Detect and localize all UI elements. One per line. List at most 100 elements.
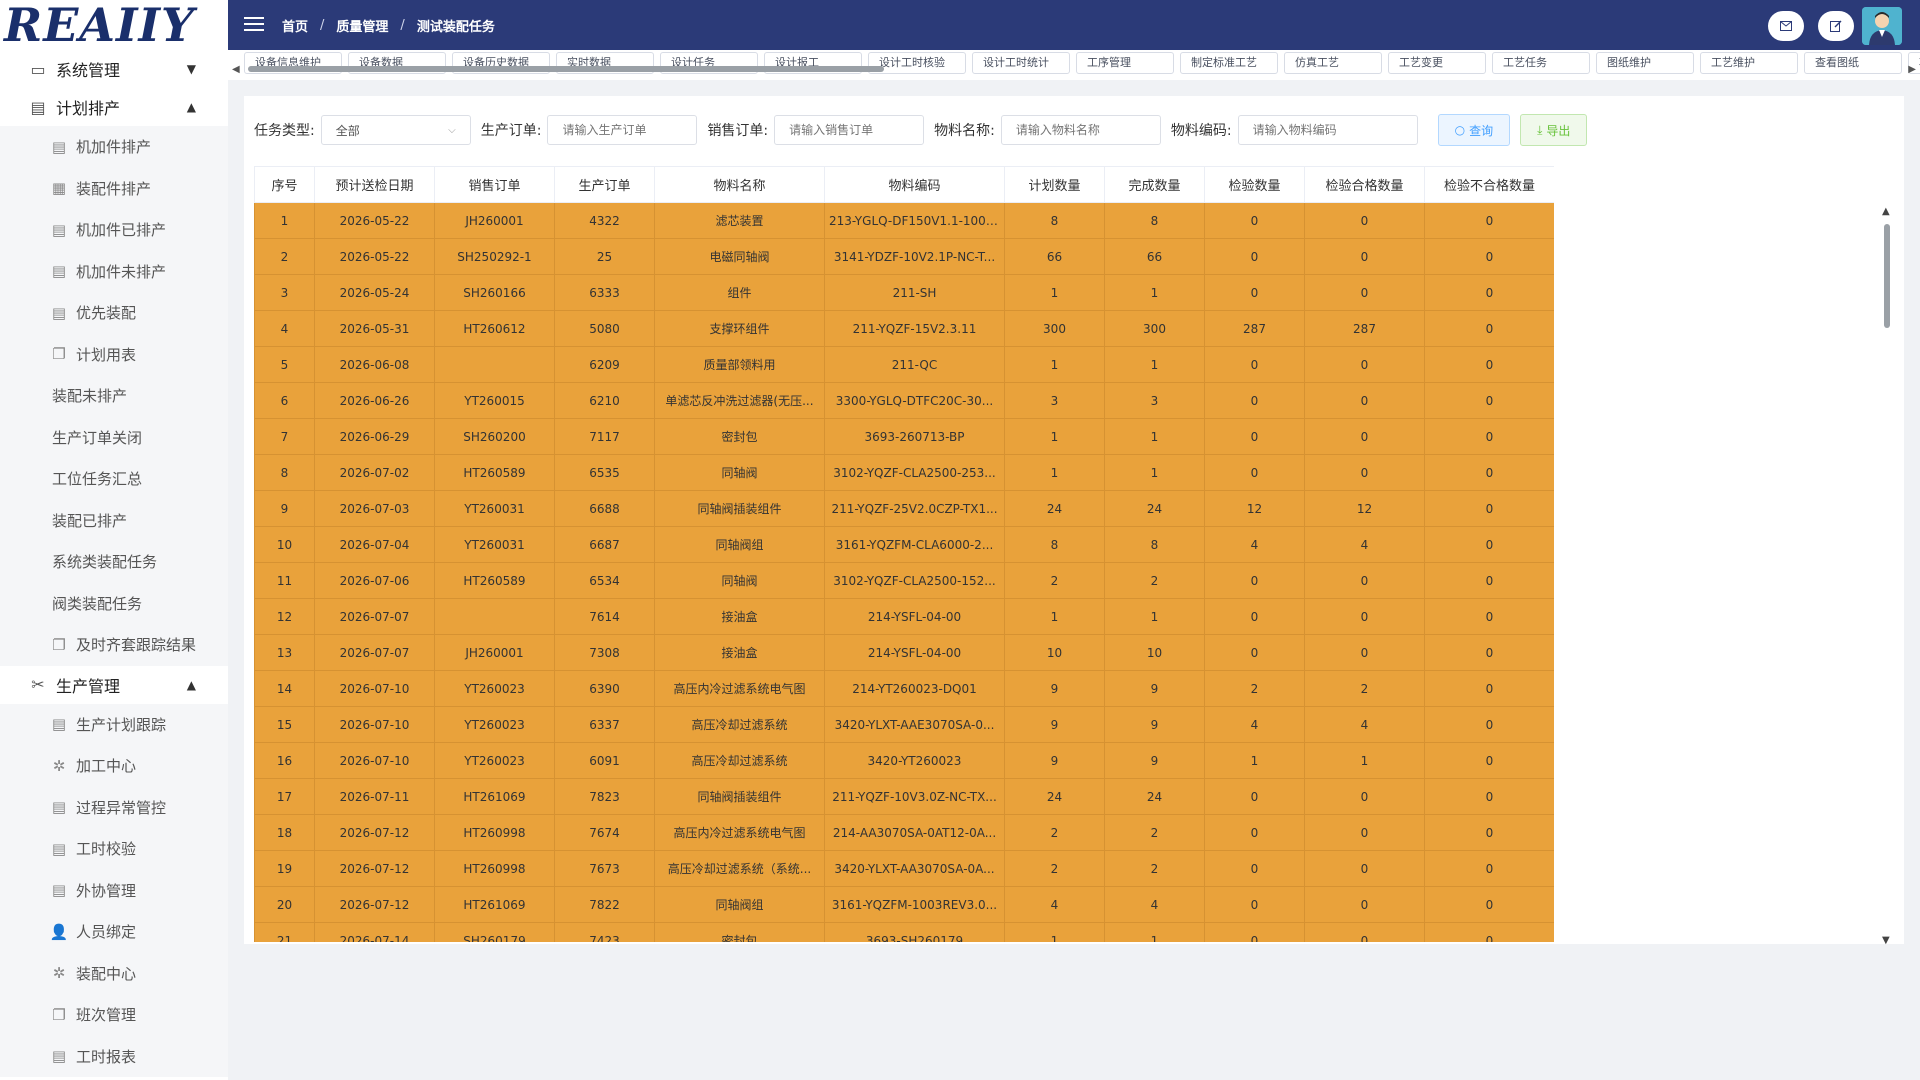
sidebar-item[interactable]: 系统类装配任务 [0, 541, 228, 583]
table-row[interactable]: 21 2026-07-14 SH260179 7423 密封包 3693-SH260179… [254, 922, 1554, 942]
tags-scrollbar[interactable] [248, 66, 884, 72]
sidebar-item[interactable]: ❐ 及时齐套跟踪结果 [0, 624, 228, 666]
table-row[interactable]: 12 2026-07-07 7614 接油盒 214-YSFL-04-00 1 1 0 0 0 [254, 598, 1554, 635]
column-header[interactable]: 生产订单 [554, 166, 655, 203]
table-row[interactable]: 11 2026-07-06 HT260589 6534 同轴阀 3102-YQZF-CLA… [254, 562, 1554, 599]
tags-scroll-left-icon[interactable]: ◀ [232, 64, 240, 75]
sidebar-group-2[interactable]: ✂ 生产管理 ▲ [0, 666, 228, 704]
table-cell: 0 [1304, 238, 1425, 275]
table-cell: 6390 [554, 670, 655, 707]
sidebar-item[interactable]: 阀类装配任务 [0, 582, 228, 624]
table-row[interactable]: 15 2026-07-10 YT260023 6337 高压冷却过滤系统 3420-YLX… [254, 706, 1554, 743]
table-row[interactable]: 7 2026-06-29 SH260200 7117 密封包 3693-260713-BP… [254, 418, 1554, 455]
tab-tag[interactable]: 工序管理 [1076, 52, 1174, 74]
scroll-up-icon[interactable]: ▲ [1882, 206, 1890, 217]
query-button[interactable]: ○ 查询 [1437, 114, 1511, 146]
column-header[interactable]: 检验合格数量 [1304, 166, 1425, 203]
tab-tag[interactable]: 查看图纸 [1804, 52, 1902, 74]
table-row[interactable]: 18 2026-07-12 HT260998 7674 高压内冷过滤系统电气图 214-A… [254, 814, 1554, 851]
edit-button[interactable] [1818, 11, 1854, 41]
breadcrumb-quality[interactable]: 质量管理 [336, 16, 388, 35]
sidebar-item[interactable]: ❐ 计划用表 [0, 333, 228, 375]
table-vertical-scrollbar[interactable]: ▲ ▼ [1882, 206, 1892, 946]
scroll-down-icon[interactable]: ▼ [1882, 935, 1890, 946]
table-row[interactable]: 14 2026-07-10 YT260023 6390 高压内冷过滤系统电气图 214-Y… [254, 670, 1554, 707]
column-header[interactable]: 物料名称 [654, 166, 825, 203]
material-name-input[interactable] [1000, 115, 1161, 145]
hamburger-menu-icon[interactable] [244, 17, 266, 33]
task-type-select[interactable]: 全部 ⌵ [320, 115, 471, 145]
sidebar-item[interactable]: ▤ 过程异常管控 [0, 786, 228, 828]
tab-tag[interactable]: 图纸维护 [1596, 52, 1694, 74]
table-row[interactable]: 16 2026-07-10 YT260023 6091 高压冷却过滤系统 3420-YT2… [254, 742, 1554, 779]
table-row[interactable]: 19 2026-07-12 HT260998 7673 高压冷却过滤系统（系统... 34… [254, 850, 1554, 887]
column-header[interactable]: 销售订单 [434, 166, 555, 203]
tab-tag[interactable]: 设计工时统计 [972, 52, 1070, 74]
table-row[interactable]: 13 2026-07-07 JH260001 7308 接油盒 214-YSFL-04-0… [254, 634, 1554, 671]
table-row[interactable]: 9 2026-07-03 YT260031 6688 同轴阀插装组件 211-YQZF-2… [254, 490, 1554, 527]
prod-order-input[interactable] [547, 115, 698, 145]
sidebar-item[interactable]: ❐ 班次管理 [0, 994, 228, 1036]
sidebar-item[interactable]: 装配已排产 [0, 499, 228, 541]
tab-tag[interactable]: 制定标准工艺 [1180, 52, 1278, 74]
table-row[interactable]: 3 2026-05-24 SH260166 6333 组件 211-SH 1 1 0 0 0 [254, 274, 1554, 311]
user-avatar[interactable] [1862, 7, 1902, 45]
sales-order-input[interactable] [774, 115, 925, 145]
column-header[interactable]: 计划数量 [1004, 166, 1105, 203]
table-row[interactable]: 6 2026-06-26 YT260015 6210 单滤芯反冲洗过滤器(无压... 33… [254, 382, 1554, 419]
table-row[interactable]: 5 2026-06-08 6209 质量部领料用 211-QC 1 1 0 0 0 [254, 346, 1554, 383]
sidebar-item[interactable]: ▤ 机加件排产 [0, 126, 228, 168]
brand-logo[interactable]: REAIIY [0, 0, 228, 50]
tab-tag[interactable]: 工艺任务 [1492, 52, 1590, 74]
table-cell: 0 [1204, 274, 1305, 311]
sidebar-item[interactable]: ✲ 装配中心 [0, 952, 228, 994]
sidebar-group-1[interactable]: ▤ 计划排产 ▲ [0, 88, 228, 126]
sidebar-item[interactable]: 装配未排产 [0, 375, 228, 417]
table-cell: 0 [1424, 598, 1554, 635]
tags-scroll-right-icon[interactable]: ▶ [1908, 64, 1916, 75]
tab-tag[interactable]: 工艺变更 [1388, 52, 1486, 74]
table-row[interactable]: 4 2026-05-31 HT260612 5080 支撑环组件 211-YQZF-15V… [254, 310, 1554, 347]
table-cell: 0 [1424, 706, 1554, 743]
sidebar-item[interactable]: 工位任务汇总 [0, 458, 228, 500]
column-header[interactable]: 检验不合格数量 [1424, 166, 1554, 203]
table-row[interactable]: 10 2026-07-04 YT260031 6687 同轴阀组 3161-YQZFM-C… [254, 526, 1554, 563]
sidebar-item[interactable]: ▦ 装配件排产 [0, 167, 228, 209]
sidebar-menu: ▭ 系统管理 ▼ ▤ 计划排产 ▲ ▤ 机加件排产 ▦ 装配件排产 ▤ 机加件已排产 ▤ 机加件未… [0, 50, 228, 1077]
table-row[interactable]: 1 2026-05-22 JH260001 4322 滤芯装置 213-YGLQ-DF15… [254, 202, 1554, 239]
table-row[interactable]: 17 2026-07-11 HT261069 7823 同轴阀插装组件 211-YQZF-… [254, 778, 1554, 815]
document-icon: ▤ [30, 97, 46, 117]
chevron-down-icon: ▼ [186, 62, 196, 76]
sidebar-item[interactable]: ▤ 机加件未排产 [0, 250, 228, 292]
breadcrumb-home[interactable]: 首页 [282, 16, 308, 35]
sidebar-item[interactable]: ▤ 优先装配 [0, 292, 228, 334]
tab-tag[interactable]: 工艺维护 [1700, 52, 1798, 74]
column-header[interactable]: 检验数量 [1204, 166, 1305, 203]
sidebar-item-label: 计划用表 [76, 345, 137, 364]
sidebar-item[interactable]: 👤 人员绑定 [0, 911, 228, 953]
sidebar-item[interactable]: ▤ 外协管理 [0, 869, 228, 911]
export-button[interactable]: ⤓ 导出 [1520, 114, 1588, 146]
sidebar-item[interactable]: 生产订单关闭 [0, 416, 228, 458]
table-row[interactable]: 2 2026-05-22 SH250292-1 25 电磁同轴阀 3141-YDZF-10… [254, 238, 1554, 275]
table-row[interactable]: 20 2026-07-12 HT261069 7822 同轴阀组 3161-YQZFM-1… [254, 886, 1554, 923]
sidebar-item[interactable]: ▤ 生产计划跟踪 [0, 703, 228, 745]
sidebar-item[interactable]: ▤ 工时报表 [0, 1035, 228, 1077]
message-button[interactable] [1768, 11, 1804, 41]
material-code-input[interactable] [1237, 115, 1418, 145]
sidebar-item[interactable]: ✲ 加工中心 [0, 745, 228, 787]
avatar-icon [1862, 7, 1902, 45]
document-icon: ▤ [51, 839, 67, 858]
table-row[interactable]: 8 2026-07-02 HT260589 6535 同轴阀 3102-YQZF-CLA2… [254, 454, 1554, 491]
column-header[interactable]: 完成数量 [1104, 166, 1205, 203]
sidebar-group-0[interactable]: ▭ 系统管理 ▼ [0, 50, 228, 88]
column-header[interactable]: 物料编码 [824, 166, 1005, 203]
sidebar-item[interactable]: ▤ 机加件已排产 [0, 209, 228, 251]
sidebar-item[interactable]: ▤ 工时校验 [0, 828, 228, 870]
column-header[interactable]: 预计送检日期 [314, 166, 435, 203]
table-cell: 1 [254, 202, 315, 239]
scrollbar-thumb[interactable] [1884, 224, 1890, 328]
table-cell: 2026-07-12 [314, 850, 435, 887]
tab-tag[interactable]: 仿真工艺 [1284, 52, 1382, 74]
column-header[interactable]: 序号 [254, 166, 315, 203]
